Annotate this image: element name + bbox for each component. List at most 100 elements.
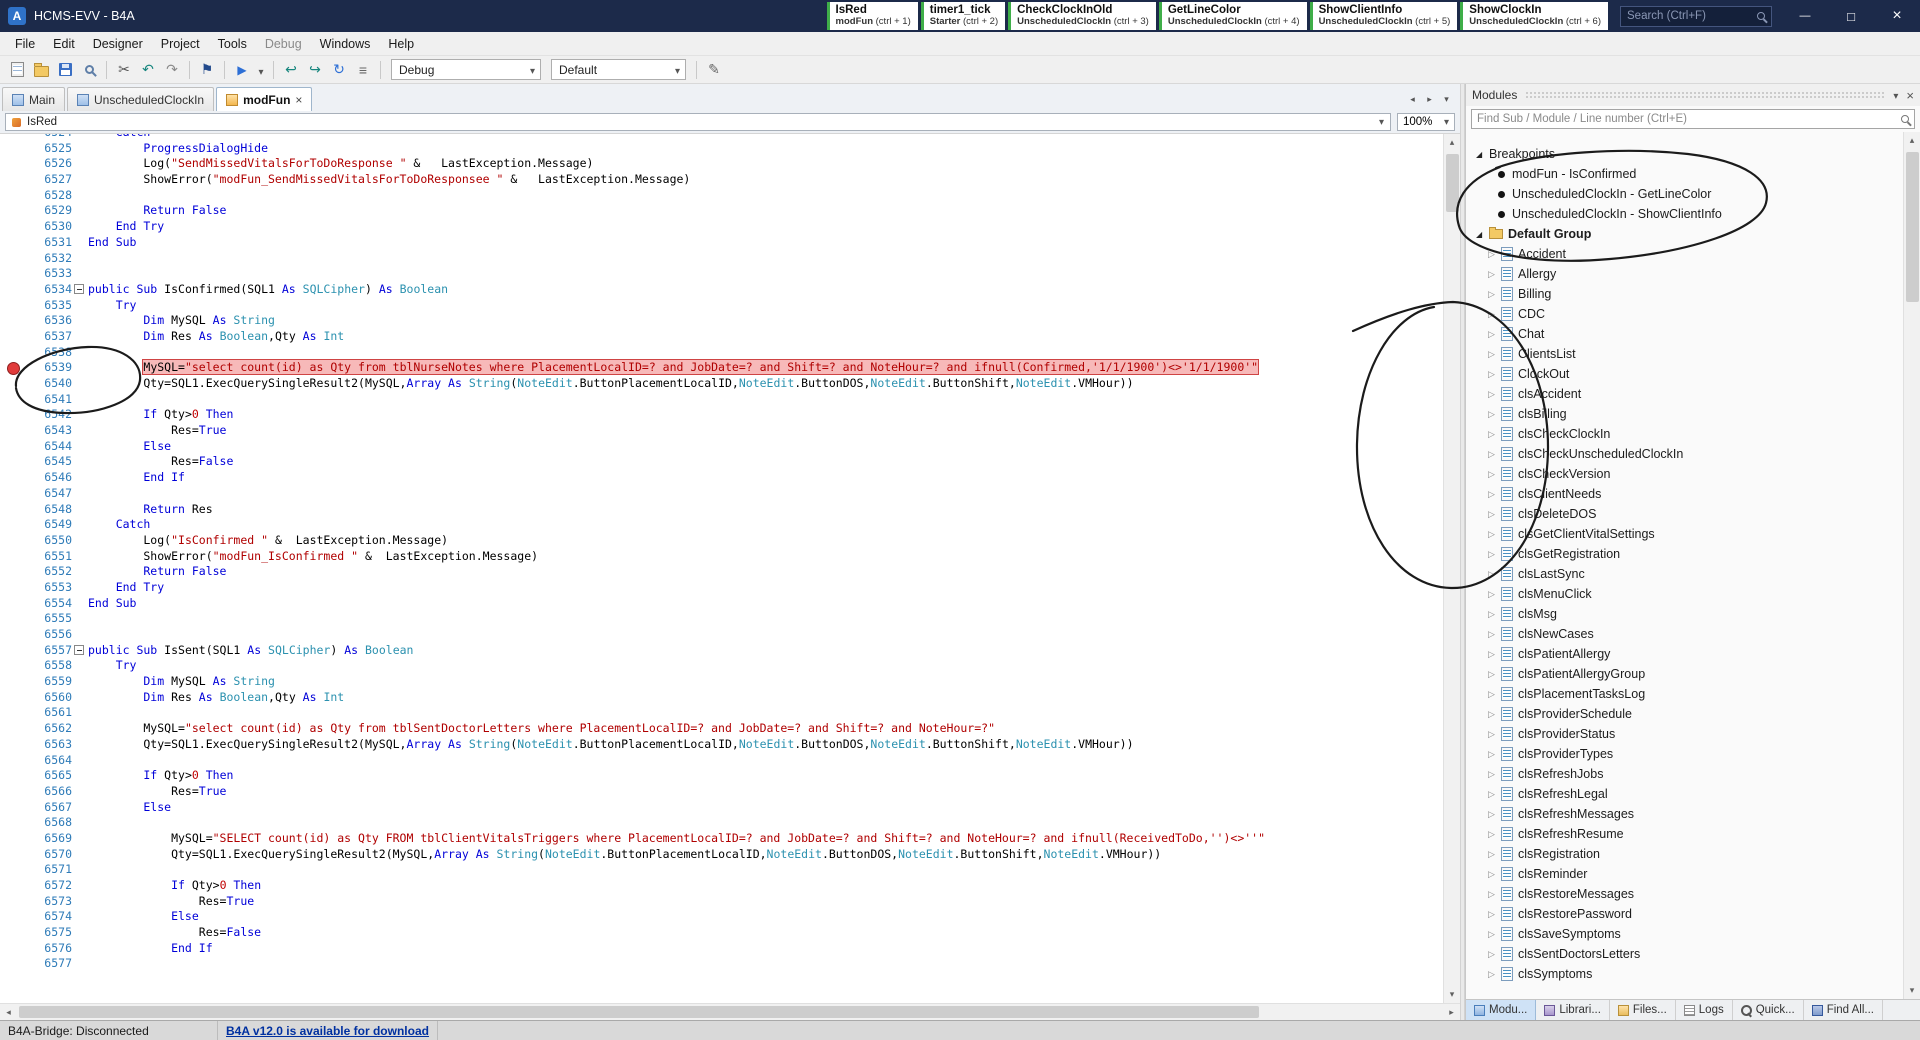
collapse-arrow-icon[interactable]: [1476, 150, 1489, 159]
panel-tab-logs[interactable]: Logs: [1676, 1000, 1733, 1020]
quick-sub-button[interactable]: ShowClockInUnscheduledClockIn (ctrl + 6): [1460, 2, 1608, 30]
line-number[interactable]: 6568: [26, 815, 72, 831]
expand-arrow-icon[interactable]: [1488, 629, 1501, 640]
line-number[interactable]: 6527: [26, 172, 72, 188]
editor-vscrollbar[interactable]: [1443, 134, 1460, 1003]
tree-breakpoint-item[interactable]: UnscheduledClockIn - GetLineColor: [1466, 184, 1903, 204]
tree-module-CDC[interactable]: CDC: [1466, 304, 1903, 324]
line-margin[interactable]: [0, 831, 26, 847]
zoom-selector[interactable]: 100%: [1397, 113, 1455, 131]
line-number[interactable]: 6558: [26, 658, 72, 674]
code-line[interactable]: 6525 ProgressDialogHide: [0, 141, 1443, 157]
quick-sub-button[interactable]: CheckClockInOldUnscheduledClockIn (ctrl …: [1008, 2, 1156, 30]
code-line[interactable]: 6574 Else: [0, 909, 1443, 925]
line-number[interactable]: 6555: [26, 611, 72, 627]
panel-pin-icon[interactable]: [1893, 88, 1898, 102]
line-margin[interactable]: [0, 502, 26, 518]
line-number[interactable]: 6553: [26, 580, 72, 596]
update-link[interactable]: B4A v12.0 is available for download: [226, 1024, 429, 1038]
tree-module-clsRefreshLegal[interactable]: clsRefreshLegal: [1466, 784, 1903, 804]
expand-arrow-icon[interactable]: [1488, 669, 1501, 680]
code-line[interactable]: 6570 Qty=SQL1.ExecQuerySingleResult2(MyS…: [0, 847, 1443, 863]
line-margin[interactable]: [0, 753, 26, 769]
expand-arrow-icon[interactable]: [1488, 489, 1501, 500]
code-line[interactable]: 6577: [0, 956, 1443, 972]
line-margin[interactable]: [0, 941, 26, 957]
line-number[interactable]: 6533: [26, 266, 72, 282]
code-line[interactable]: 6562 MySQL="select count(id) as Qty from…: [0, 721, 1443, 737]
expand-arrow-icon[interactable]: [1488, 549, 1501, 560]
line-number[interactable]: 6535: [26, 298, 72, 314]
line-margin[interactable]: [0, 423, 26, 439]
line-margin[interactable]: [0, 407, 26, 423]
tree-root-breakpoints[interactable]: Breakpoints: [1466, 144, 1903, 164]
tab-list-icon[interactable]: [1439, 92, 1454, 107]
line-number[interactable]: 6565: [26, 768, 72, 784]
line-number[interactable]: 6570: [26, 847, 72, 863]
code-line[interactable]: 6568: [0, 815, 1443, 831]
line-margin[interactable]: [0, 486, 26, 502]
code-line[interactable]: 6566 Res=True: [0, 784, 1443, 800]
panel-tab-libraries[interactable]: Librari...: [1536, 1000, 1610, 1020]
code-line[interactable]: 6556: [0, 627, 1443, 643]
tree-module-clsMenuClick[interactable]: clsMenuClick: [1466, 584, 1903, 604]
code-line[interactable]: 6569 MySQL="SELECT count(id) as Qty FROM…: [0, 831, 1443, 847]
expand-arrow-icon[interactable]: [1488, 429, 1501, 440]
find-in-files-icon[interactable]: [78, 59, 100, 81]
maximize-button[interactable]: [1828, 0, 1874, 32]
code-line[interactable]: 6555: [0, 611, 1443, 627]
code-line[interactable]: 6561: [0, 705, 1443, 721]
tab-scroll-left-icon[interactable]: [1405, 92, 1420, 107]
code-line[interactable]: 6526 Log("SendMissedVitalsForToDoRespons…: [0, 156, 1443, 172]
code-line[interactable]: 6576 End If: [0, 941, 1443, 957]
run-options-icon[interactable]: [255, 59, 267, 81]
line-number[interactable]: 6531: [26, 235, 72, 251]
expand-arrow-icon[interactable]: [1488, 409, 1501, 420]
tree-module-clsReminder[interactable]: clsReminder: [1466, 864, 1903, 884]
code-line[interactable]: 6547: [0, 486, 1443, 502]
tree-breakpoint-item[interactable]: modFun - IsConfirmed: [1466, 164, 1903, 184]
code-line[interactable]: 6552 Return False: [0, 564, 1443, 580]
line-number[interactable]: 6560: [26, 690, 72, 706]
expand-arrow-icon[interactable]: [1488, 509, 1501, 520]
vscrollbar-thumb[interactable]: [1446, 154, 1459, 212]
tree-module-ClientsList[interactable]: ClientsList: [1466, 344, 1903, 364]
expand-arrow-icon[interactable]: [1488, 269, 1501, 280]
line-margin[interactable]: [0, 251, 26, 267]
line-number[interactable]: 6571: [26, 862, 72, 878]
line-margin[interactable]: [0, 549, 26, 565]
line-number[interactable]: 6538: [26, 345, 72, 361]
refresh-icon[interactable]: ↻: [328, 59, 350, 81]
expand-arrow-icon[interactable]: [1488, 589, 1501, 600]
menu-windows[interactable]: Windows: [311, 34, 380, 54]
line-margin[interactable]: [0, 219, 26, 235]
build-configuration[interactable]: Debug: [391, 59, 541, 80]
expand-arrow-icon[interactable]: [1488, 869, 1501, 880]
line-number[interactable]: 6569: [26, 831, 72, 847]
line-margin[interactable]: [0, 313, 26, 329]
code-line[interactable]: 6539 MySQL="select count(id) as Qty from…: [0, 360, 1443, 376]
line-number[interactable]: 6566: [26, 784, 72, 800]
line-number[interactable]: 6530: [26, 219, 72, 235]
tab-close-icon[interactable]: [295, 93, 302, 107]
line-margin[interactable]: [0, 784, 26, 800]
current-sub-selector[interactable]: IsRed: [5, 113, 1391, 131]
line-number[interactable]: 6550: [26, 533, 72, 549]
code-line[interactable]: 6543 Res=True: [0, 423, 1443, 439]
tree-module-clsGetRegistration[interactable]: clsGetRegistration: [1466, 544, 1903, 564]
code-line[interactable]: 6531End Sub: [0, 235, 1443, 251]
line-number[interactable]: 6526: [26, 156, 72, 172]
line-margin[interactable]: [0, 627, 26, 643]
expand-arrow-icon[interactable]: [1488, 289, 1501, 300]
line-number[interactable]: 6562: [26, 721, 72, 737]
expand-arrow-icon[interactable]: [1488, 889, 1501, 900]
expand-arrow-icon[interactable]: [1488, 709, 1501, 720]
tree-module-clsProviderStatus[interactable]: clsProviderStatus: [1466, 724, 1903, 744]
new-file-icon[interactable]: [6, 59, 28, 81]
redo-icon[interactable]: ↷: [161, 59, 183, 81]
scroll-up-icon[interactable]: [1444, 134, 1460, 151]
code-line[interactable]: 6528: [0, 188, 1443, 204]
scroll-left-icon[interactable]: [0, 1007, 17, 1018]
fold-marker-icon[interactable]: [74, 284, 84, 294]
tree-module-clsRefreshJobs[interactable]: clsRefreshJobs: [1466, 764, 1903, 784]
